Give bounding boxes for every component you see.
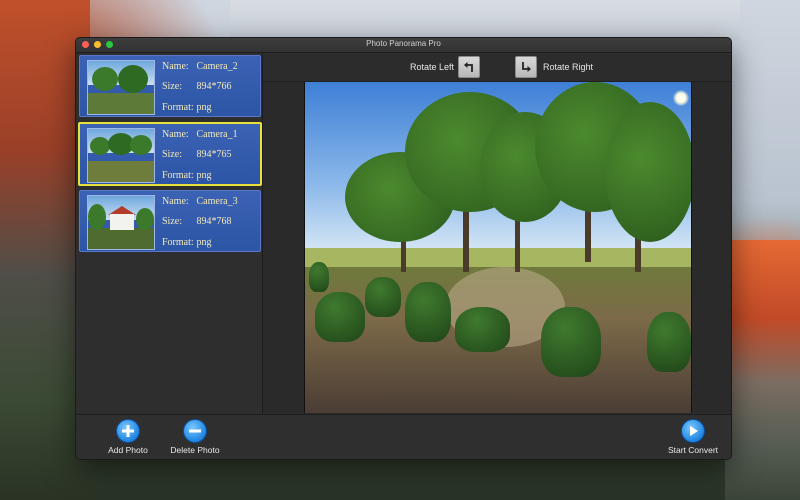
rotate-left-icon bbox=[464, 62, 473, 72]
photo-format: png bbox=[196, 237, 212, 248]
size-label: Size: bbox=[162, 81, 182, 92]
photo-format: png bbox=[196, 102, 212, 113]
preview-photo bbox=[304, 82, 692, 413]
rotate-left-label: Rotate Left bbox=[410, 62, 455, 72]
name-label: Name: bbox=[162, 61, 189, 72]
minus-icon bbox=[189, 429, 201, 433]
preview-area bbox=[263, 82, 731, 413]
play-icon bbox=[690, 426, 698, 436]
rotate-toolbar: Rotate Left Rotate Right bbox=[263, 53, 731, 82]
desktop-cliff-right bbox=[725, 240, 800, 500]
add-photo-label: Add Photo bbox=[108, 445, 148, 455]
photo-thumbnail bbox=[87, 128, 155, 183]
rotate-right-button[interactable] bbox=[515, 56, 537, 78]
start-convert-label: Start Convert bbox=[667, 445, 719, 455]
photo-list[interactable]: Name: Camera_2 Size: 894*766 Format: png… bbox=[76, 53, 263, 413]
plus-icon bbox=[122, 425, 134, 437]
photo-name: Camera_1 bbox=[196, 129, 238, 140]
window-title: Photo Panorama Pro bbox=[366, 39, 441, 48]
size-label: Size: bbox=[162, 149, 182, 160]
format-label: Format: bbox=[162, 237, 194, 248]
photo-list-item-camera-1[interactable]: Name: Camera_1 Size: 894*765 Format: png bbox=[78, 122, 262, 186]
photo-size: 894*766 bbox=[196, 81, 232, 92]
name-label: Name: bbox=[162, 196, 189, 207]
photo-list-item-camera-2[interactable]: Name: Camera_2 Size: 894*766 Format: png bbox=[79, 55, 261, 117]
title-bar[interactable]: Photo Panorama Pro bbox=[76, 38, 731, 53]
bottom-action-bar: Add Photo Delete Photo Start Convert bbox=[76, 414, 731, 459]
desktop-sky bbox=[230, 0, 740, 40]
app-window: Photo Panorama Pro Name: Camera_2 Size: … bbox=[75, 37, 732, 460]
photo-list-item-camera-3[interactable]: Name: Camera_3 Size: 894*768 Format: png bbox=[79, 190, 261, 252]
photo-name: Camera_3 bbox=[196, 196, 238, 207]
rotate-left-button[interactable] bbox=[458, 56, 480, 78]
photo-size: 894*765 bbox=[196, 149, 232, 160]
start-convert-button[interactable]: Start Convert bbox=[666, 419, 720, 455]
format-label: Format: bbox=[162, 170, 194, 181]
photo-thumbnail bbox=[87, 195, 155, 250]
delete-photo-button[interactable]: Delete Photo bbox=[168, 419, 222, 455]
format-label: Format: bbox=[162, 102, 194, 113]
photo-name: Camera_2 bbox=[196, 61, 238, 72]
name-label: Name: bbox=[162, 129, 189, 140]
rotate-right-label: Rotate Right bbox=[543, 62, 594, 72]
size-label: Size: bbox=[162, 216, 182, 227]
photo-format: png bbox=[196, 170, 212, 181]
rotate-right-icon bbox=[522, 62, 531, 72]
delete-photo-label: Delete Photo bbox=[170, 445, 220, 455]
photo-size: 894*768 bbox=[196, 216, 232, 227]
add-photo-button[interactable]: Add Photo bbox=[106, 419, 150, 455]
photo-thumbnail bbox=[87, 60, 155, 115]
